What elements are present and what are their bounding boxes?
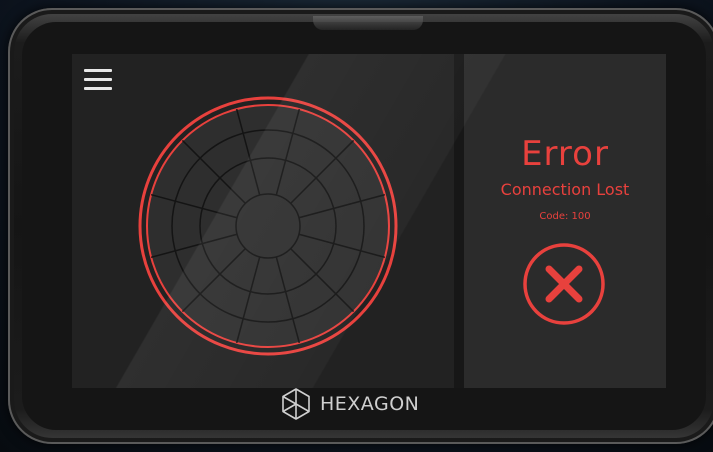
close-x-icon (523, 243, 605, 325)
radar-target-icon (136, 94, 400, 358)
scene-background: Error Connection Lost Code: 100 HEXAGON (0, 0, 713, 452)
error-message: Connection Lost (500, 180, 630, 199)
error-panel: Error Connection Lost Code: 100 (464, 54, 666, 388)
error-title: Error (521, 134, 609, 174)
device-top-notch (313, 16, 423, 30)
error-code: Code: 100 (539, 211, 591, 222)
brand-logo-group: HEXAGON (278, 386, 419, 422)
hamburger-menu-icon[interactable] (84, 66, 112, 94)
dismiss-error-button[interactable] (522, 242, 606, 326)
tracker-device-frame: Error Connection Lost Code: 100 (8, 8, 713, 444)
radar-panel (72, 54, 454, 388)
hexagon-logo-icon (282, 388, 310, 420)
brand-name: HEXAGON (320, 393, 420, 415)
device-screen: Error Connection Lost Code: 100 (72, 54, 666, 388)
